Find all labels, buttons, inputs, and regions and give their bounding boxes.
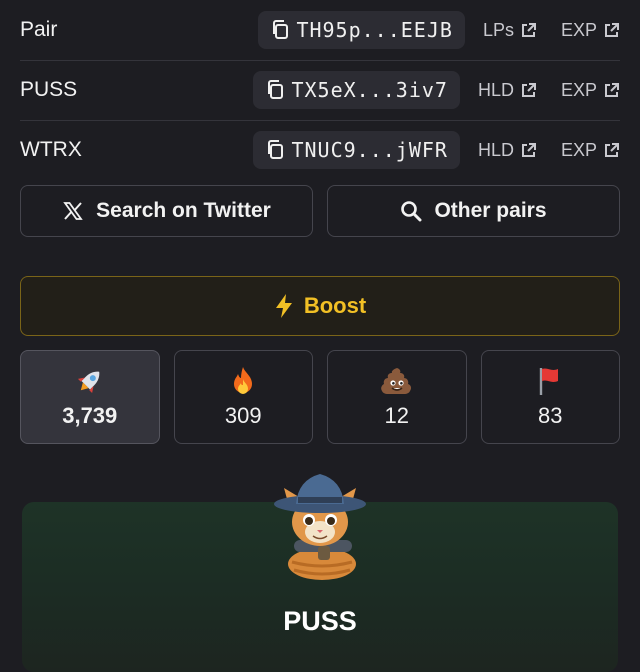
boost-button[interactable]: Boost [20,276,620,336]
external-link-icon [521,82,536,97]
rocket-icon [77,371,100,394]
external-link-icon [521,22,536,37]
wtrx-address: TNUC9...jWFR [291,138,448,162]
search-twitter-button[interactable]: Search on Twitter [20,185,313,237]
copy-icon [268,140,284,159]
reactions: 3,739 309 12 83 [20,350,620,444]
copy-icon [268,80,284,99]
copy-icon [273,20,289,39]
token-logo [274,474,366,580]
fire-count: 309 [224,403,262,428]
pair-exp-link[interactable]: EXP [561,20,620,41]
puss-address: TX5eX...3iv7 [291,78,448,102]
poop-count: 12 [384,403,409,428]
rocket-count: 3,739 [62,403,118,428]
fire-reaction[interactable]: 309 [173,350,313,444]
rocket-reaction[interactable]: 3,739 [20,350,160,444]
puss-label: PUSS [20,78,78,101]
wtrx-address-copy[interactable]: TNUC9...jWFR [253,131,460,169]
wtrx-exp-link[interactable]: EXP [561,140,620,161]
search-twitter-label: Search on Twitter [96,199,271,222]
poop-reaction[interactable]: 12 [327,350,467,444]
external-link-icon [605,82,619,97]
external-link-icon [605,142,619,157]
puss-row: PUSS TX5eX...3iv7 HLD EXP [20,60,620,121]
red-flag-icon [540,368,559,395]
puss-hld-link[interactable]: HLD [478,80,537,101]
external-link-icon [521,142,536,157]
poop-icon [380,368,411,394]
puss-address-copy[interactable]: TX5eX...3iv7 [253,71,460,109]
action-buttons: Search on Twitter Other pairs [20,185,620,237]
pair-address: TH95p...EEJB [296,18,453,42]
pair-label: Pair [20,18,58,41]
red-flag-count: 83 [538,403,563,428]
pair-row: Pair TH95p...EEJB LPs EXP [20,0,620,61]
other-pairs-label: Other pairs [434,199,547,222]
wtrx-row: WTRX TNUC9...jWFR HLD EXP [20,120,620,180]
lightning-icon [275,294,292,318]
other-pairs-button[interactable]: Other pairs [327,185,620,237]
fire-icon [234,367,253,394]
token-name: PUSS [283,606,357,636]
boost-label: Boost [303,293,367,318]
red-flag-reaction[interactable]: 83 [480,350,620,444]
puss-exp-link[interactable]: EXP [561,80,620,101]
wtrx-label: WTRX [20,138,82,161]
x-logo-icon [63,202,83,220]
external-link-icon [605,22,619,37]
wtrx-hld-link[interactable]: HLD [478,140,537,161]
search-icon [401,201,422,222]
pair-address-copy[interactable]: TH95p...EEJB [258,11,465,49]
pair-lps-link[interactable]: LPs [483,20,537,41]
